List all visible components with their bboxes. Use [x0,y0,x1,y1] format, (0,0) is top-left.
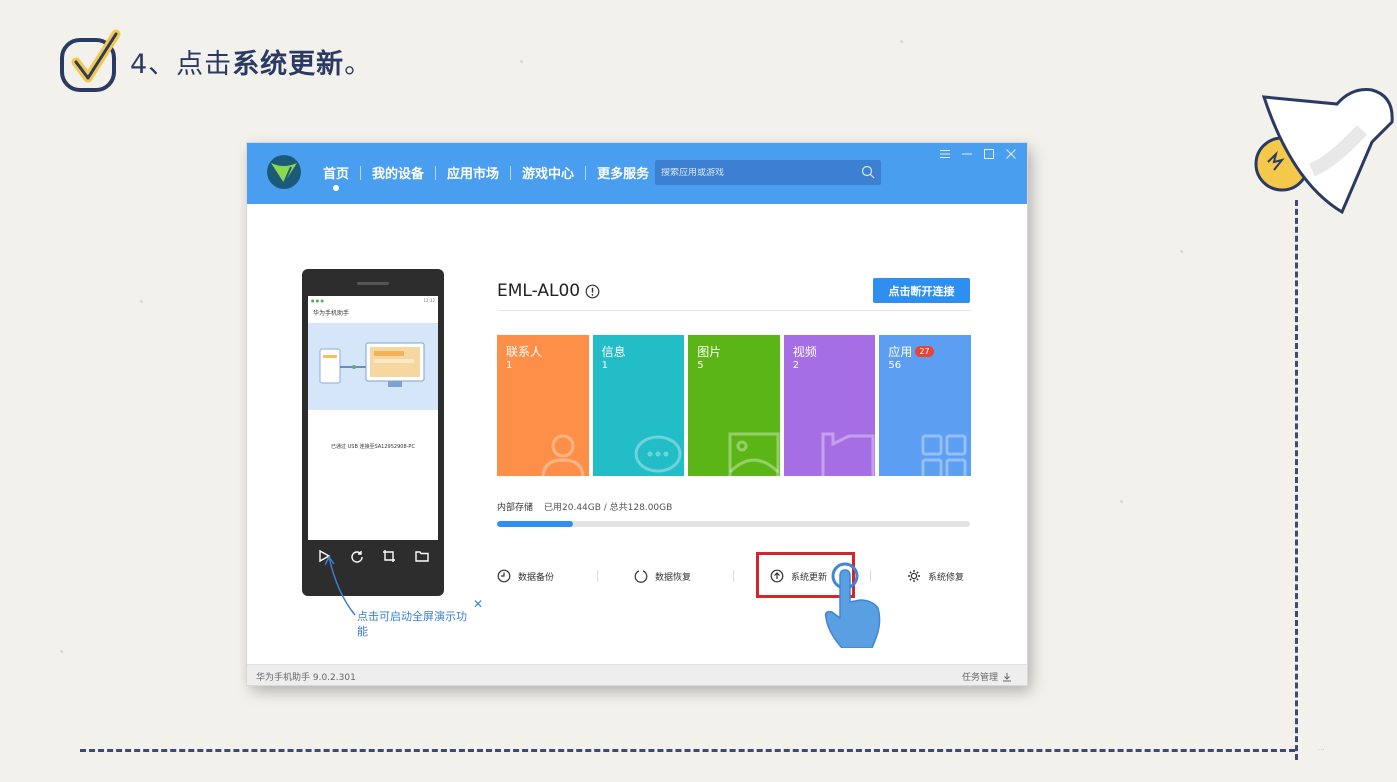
video-icon [821,432,875,476]
system-repair-button[interactable]: 系统修复 [907,566,964,586]
restore-icon [634,570,648,583]
lamp-icon [1254,88,1394,215]
close-icon[interactable] [1005,148,1017,160]
backup-icon [497,569,511,583]
category-tiles: 联系人 1 信息 1 图片 5 视频 2 应用 27 56 [497,335,971,476]
tile-label: 联系人 [506,345,543,359]
folder-icon[interactable] [415,549,429,563]
divider [497,310,970,311]
tile-videos[interactable]: 视频 2 [783,335,876,476]
tile-count: 1 [601,360,608,371]
pointing-hand-icon [824,562,881,648]
restore-button[interactable]: 数据恢复 [634,566,691,586]
nav-more-services[interactable]: 更多服务 [586,163,660,182]
action-label: 数据恢复 [655,572,692,583]
disconnect-button[interactable]: 点击断开连接 [873,278,970,303]
apps-update-badge: 27 [915,346,934,357]
nav-active-dot [333,185,339,191]
dashed-divider-vertical [1295,200,1298,760]
minimize-icon[interactable] [961,148,973,160]
tile-label: 应用 27 [888,343,934,360]
device-name: EML-AL00 [497,281,600,301]
tile-label: 图片 [697,345,722,359]
app-window: 首页 我的设备 应用市场 游戏中心 更多服务 搜索应用或游戏 ● ● ● 12:… [247,143,1027,685]
search-icon[interactable] [861,165,875,179]
phone-app-title: 华为手机助手 [313,310,350,317]
storage-progress-bar [497,521,970,527]
task-manager-label: 任务管理 [961,673,998,683]
storage-label: 内部存储 [497,503,534,513]
tile-messages[interactable]: 信息 1 [592,335,685,476]
phone-preview: ● ● ● 12:32 华为手机助手 已通过 USB 连接至SA12952908-… [302,269,444,596]
download-icon [1003,672,1011,681]
version-text: 华为手机助手 9.0.2.301 [256,673,356,683]
tile-pictures[interactable]: 图片 5 [688,335,780,476]
dashed-divider-horizontal [80,749,1295,752]
hint-close-icon[interactable]: ✕ [473,597,483,611]
watermark: ... [1318,744,1325,752]
search-box [655,160,881,185]
phone-connection-message: 已通过 USB 连接至SA12952908-PC [331,444,415,450]
action-label: 数据备份 [518,572,555,583]
app-logo-icon [267,155,301,189]
usb-connect-icon [319,342,425,387]
message-icon [634,435,682,473]
tile-contacts[interactable]: 联系人 1 [497,335,589,476]
fullscreen-hint: 点击可启动全屏演示功能 [357,610,467,638]
action-label: 系统修复 [928,572,965,583]
slide-title: 4、点击系统更新。 [58,26,372,96]
tile-label: 视频 [792,345,817,359]
tile-label: 信息 [601,345,626,359]
tile-count: 56 [888,360,902,371]
repair-icon [908,570,920,582]
nav-home[interactable]: 首页 [312,163,360,191]
storage-progress-fill [497,521,573,527]
phone-illustration [308,323,438,410]
step-instruction: 4、点击系统更新。 [130,48,373,80]
picture-icon [728,432,780,476]
nav-app-market[interactable]: 应用市场 [436,163,510,182]
main-nav: 首页 我的设备 应用市场 游戏中心 更多服务 [312,163,662,191]
status-bar: 华为手机助手 9.0.2.301 任务管理 [247,664,1027,685]
window-controls [939,148,1017,160]
crop-icon[interactable] [382,549,396,563]
tile-count: 1 [506,360,513,371]
info-icon[interactable] [585,284,600,299]
phone-status-bar: ● ● ● 12:32 [311,298,435,303]
tile-count: 5 [697,360,704,371]
tile-count: 2 [792,360,800,371]
backup-button[interactable]: 数据备份 [497,566,554,586]
phone-screen: ● ● ● 12:32 华为手机助手 已通过 USB 连接至SA12952908-… [308,296,438,540]
storage-usage-text: 已用20.44GB / 总共128.00GB [544,503,673,513]
nav-my-devices[interactable]: 我的设备 [361,163,435,182]
search-input[interactable] [655,167,845,178]
checkbox-check-icon [60,29,121,92]
menu-icon[interactable] [939,148,951,160]
task-manager-button[interactable]: 任务管理 [962,670,1012,683]
action-bar: 数据备份 数据恢复 系统更新 系统修复 [497,566,970,586]
nav-game-center[interactable]: 游戏中心 [511,163,585,182]
maximize-icon[interactable] [983,148,995,160]
tile-apps[interactable]: 应用 27 56 [879,335,971,476]
apps-icon [921,434,967,476]
contact-icon [541,434,584,476]
title-bar: 首页 我的设备 应用市场 游戏中心 更多服务 [247,143,1027,204]
